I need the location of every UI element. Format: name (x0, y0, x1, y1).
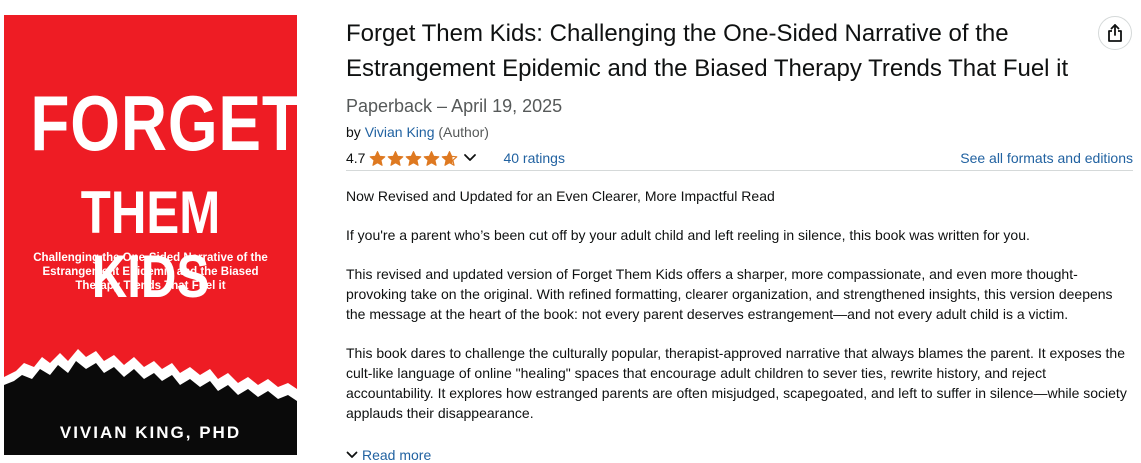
rating-value: 4.7 (346, 150, 366, 166)
star-icon (406, 150, 422, 166)
chevron-down-icon (464, 154, 477, 161)
description-paragraph-2: If you're a parent who’s been cut off by… (346, 227, 1030, 243)
star-icon (370, 150, 386, 166)
format-and-date: Paperback – April 19, 2025 (346, 96, 563, 116)
byline: by Vivian King (Author) (346, 124, 489, 140)
byline-prefix: by (346, 124, 361, 140)
book-cover-image[interactable]: FORGET THEM KIDS Challenging the One-Sid… (4, 15, 297, 455)
author-link[interactable]: Vivian King (365, 124, 435, 140)
star-rating[interactable] (369, 150, 459, 167)
description-paragraph-1: Now Revised and Updated for an Even Clea… (346, 188, 775, 204)
author-role: (Author) (438, 124, 489, 140)
description-fade (346, 420, 1133, 444)
chevron-down-icon (346, 451, 358, 458)
share-icon (1108, 24, 1122, 42)
see-all-formats-link[interactable]: See all formats and editions (960, 150, 1133, 166)
star-icon (442, 150, 458, 166)
star-icon (424, 150, 440, 166)
divider (346, 170, 1133, 171)
ratings-count-link[interactable]: 40 ratings (503, 150, 564, 166)
cover-title-line1: FORGET (30, 79, 297, 167)
rating-row: 4.7 40 ratings See all formats and editi… (346, 148, 1133, 168)
book-description: Now Revised and Updated for an Even Clea… (346, 186, 1133, 442)
read-more-link[interactable]: Read more (346, 447, 431, 463)
cover-subtitle: Challenging the One-Sided Narrative of t… (33, 252, 268, 292)
description-paragraph-4: This book dares to challenge the cultura… (346, 345, 1127, 421)
cover-author: VIVIAN KING, PHD (59, 423, 242, 442)
product-title: Forget Them Kids: Challenging the One-Si… (346, 20, 1069, 82)
rating-dropdown-toggle[interactable] (463, 153, 477, 163)
read-more-label: Read more (362, 447, 432, 463)
star-icon (388, 150, 404, 166)
description-paragraph-3: This revised and updated version of Forg… (346, 266, 1113, 322)
share-button[interactable] (1098, 16, 1132, 50)
